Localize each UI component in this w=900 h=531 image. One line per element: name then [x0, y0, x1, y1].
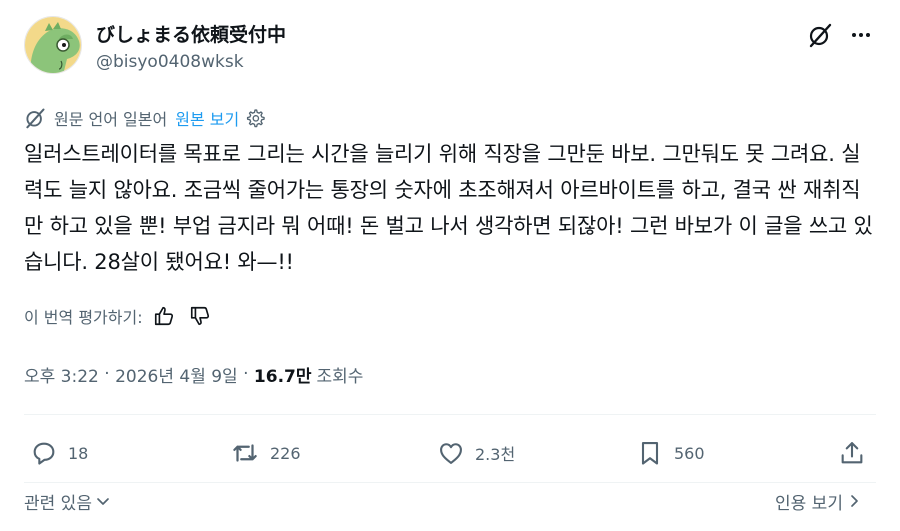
show-original-link[interactable]: 원본 보기 [175, 106, 239, 130]
avatar[interactable] [24, 16, 82, 74]
share-icon [838, 439, 866, 467]
author-handle[interactable]: @bisyo0408wksk [96, 52, 244, 72]
grok-icon[interactable] [805, 20, 835, 50]
reply-button[interactable]: 18 [30, 434, 88, 472]
reply-count: 18 [68, 443, 89, 463]
thumbs-down-icon[interactable] [189, 305, 211, 327]
divider [24, 482, 876, 483]
tweet-time[interactable]: 오후 3:22 [24, 362, 99, 387]
view-quotes-link[interactable]: 인용 보기 [775, 486, 861, 516]
view-count: 16.7만 [253, 366, 312, 387]
dinosaur-avatar-icon [25, 17, 81, 73]
grok-translate-icon [24, 107, 46, 129]
tweet-date[interactable]: 2026년 4월 9일 [115, 362, 238, 387]
thumbs-up-icon[interactable] [153, 305, 175, 327]
rate-translation-row: 이 번역 평가하기: [24, 301, 211, 331]
repost-icon [230, 438, 260, 468]
settings-gear-icon[interactable] [245, 108, 265, 128]
meta-separator: · [237, 364, 254, 384]
like-button[interactable]: 2.3천 [437, 434, 515, 472]
related-toggle[interactable]: 관련 있음 [24, 486, 111, 516]
view-quotes-label: 인용 보기 [775, 493, 843, 514]
reply-icon [30, 439, 58, 467]
bookmark-button[interactable]: 560 [636, 434, 705, 472]
divider [24, 414, 876, 415]
tweet-text: 일러스트레이터를 목표로 그리는 시간을 늘리기 위해 직장을 그만둔 바보. … [24, 142, 873, 274]
heart-icon [437, 439, 465, 467]
tweet-meta: 오후 3:22 · 2026년 4월 9일 · 16.7만 조회수 [24, 359, 363, 389]
rate-translation-label: 이 번역 평가하기: [24, 308, 143, 327]
more-icon[interactable] [846, 20, 876, 50]
share-button[interactable] [838, 434, 866, 472]
meta-separator: · [98, 364, 116, 384]
chevron-down-icon [95, 493, 111, 509]
bookmark-icon [636, 439, 664, 467]
translation-info-row: 원문 언어 일본어 원본 보기 [24, 104, 265, 132]
repost-count: 226 [270, 443, 301, 463]
bookmark-count: 560 [674, 443, 705, 463]
translation-info: 원문 언어 일본어 [54, 110, 168, 129]
author-display-name[interactable]: びしょまる依頼受付中 [96, 20, 286, 47]
repost-button[interactable]: 226 [230, 434, 301, 472]
like-count: 2.3천 [475, 445, 516, 464]
chevron-right-icon [847, 493, 861, 509]
related-label: 관련 있음 [24, 493, 92, 514]
view-label: 조회수 [316, 366, 364, 387]
